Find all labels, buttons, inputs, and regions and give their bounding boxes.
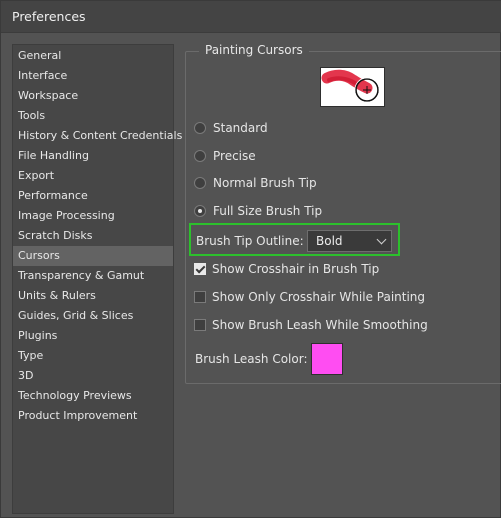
sidebar-item-scratch-disks[interactable]: Scratch Disks [13,226,173,246]
window-title: Preferences [12,9,86,24]
sidebar-item-plugins[interactable]: Plugins [13,326,173,346]
checkbox-label: Show Only Crosshair While Painting [212,290,426,304]
sidebar-item-general[interactable]: General [13,46,173,66]
checkbox-show-only-crosshair[interactable]: Show Only Crosshair While Painting [194,288,425,306]
checkbox[interactable] [194,291,206,303]
sidebar-item-image-processing[interactable]: Image Processing [13,206,173,226]
sidebar-item-3d[interactable]: 3D [13,366,173,386]
checkbox-show-crosshair[interactable]: Show Crosshair in Brush Tip [194,260,379,278]
checkbox[interactable] [194,263,206,275]
preferences-window: Preferences General Interface Workspace … [0,0,501,518]
sidebar-item-tools[interactable]: Tools [13,106,173,126]
brush-tip-outline-label: Brush Tip Outline: [196,234,304,248]
sidebar-item-performance[interactable]: Performance [13,186,173,206]
brush-stroke-preview [321,69,380,103]
radio-full-size-brush-tip[interactable]: Full Size Brush Tip [194,202,322,220]
title-bar[interactable]: Preferences [1,1,501,33]
brush-leash-color-swatch[interactable] [311,343,343,375]
preferences-sidebar: General Interface Workspace Tools Histor… [12,44,182,514]
radio-normal-brush-tip[interactable]: Normal Brush Tip [194,174,317,192]
brush-cursor-preview-icon [320,67,385,107]
checkbox-label: Show Brush Leash While Smoothing [212,318,428,332]
radio-button[interactable] [194,122,206,134]
sidebar-item-guides-grid-slices[interactable]: Guides, Grid & Slices [13,306,173,326]
checkbox-show-brush-leash[interactable]: Show Brush Leash While Smoothing [194,316,428,334]
sidebar-item-technology-previews[interactable]: Technology Previews [13,386,173,406]
sidebar-item-type[interactable]: Type [13,346,173,366]
sidebar-item-interface[interactable]: Interface [13,66,173,86]
brush-tip-outline-select[interactable]: Bold [307,230,392,252]
checkbox[interactable] [194,319,206,331]
sidebar-item-file-handling[interactable]: File Handling [13,146,173,166]
sidebar-item-workspace[interactable]: Workspace [13,86,173,106]
radio-label: Full Size Brush Tip [213,204,323,218]
chevron-down-icon [376,234,387,245]
radio-label: Precise [213,149,256,163]
radio-button[interactable] [194,177,206,189]
brush-leash-color-label: Brush Leash Color: [195,352,308,366]
sidebar-item-units-rulers[interactable]: Units & Rulers [13,286,173,306]
sidebar-item-history[interactable]: History & Content Credentials [13,126,182,146]
brush-tip-outline-value: Bold [316,234,343,248]
sidebar-item-export[interactable]: Export [13,166,173,186]
sidebar-item-transparency-gamut[interactable]: Transparency & Gamut [13,266,173,286]
sidebar-item-product-improvement[interactable]: Product Improvement [13,406,173,426]
radio-label: Standard [213,121,268,135]
painting-cursors-title: Painting Cursors [199,43,309,57]
radio-button[interactable] [194,150,206,162]
radio-standard[interactable]: Standard [194,119,268,137]
radio-button[interactable] [194,205,206,217]
radio-label: Normal Brush Tip [213,176,317,190]
sidebar-item-cursors[interactable]: Cursors [13,246,173,266]
radio-precise[interactable]: Precise [194,147,256,165]
checkbox-label: Show Crosshair in Brush Tip [212,262,380,276]
